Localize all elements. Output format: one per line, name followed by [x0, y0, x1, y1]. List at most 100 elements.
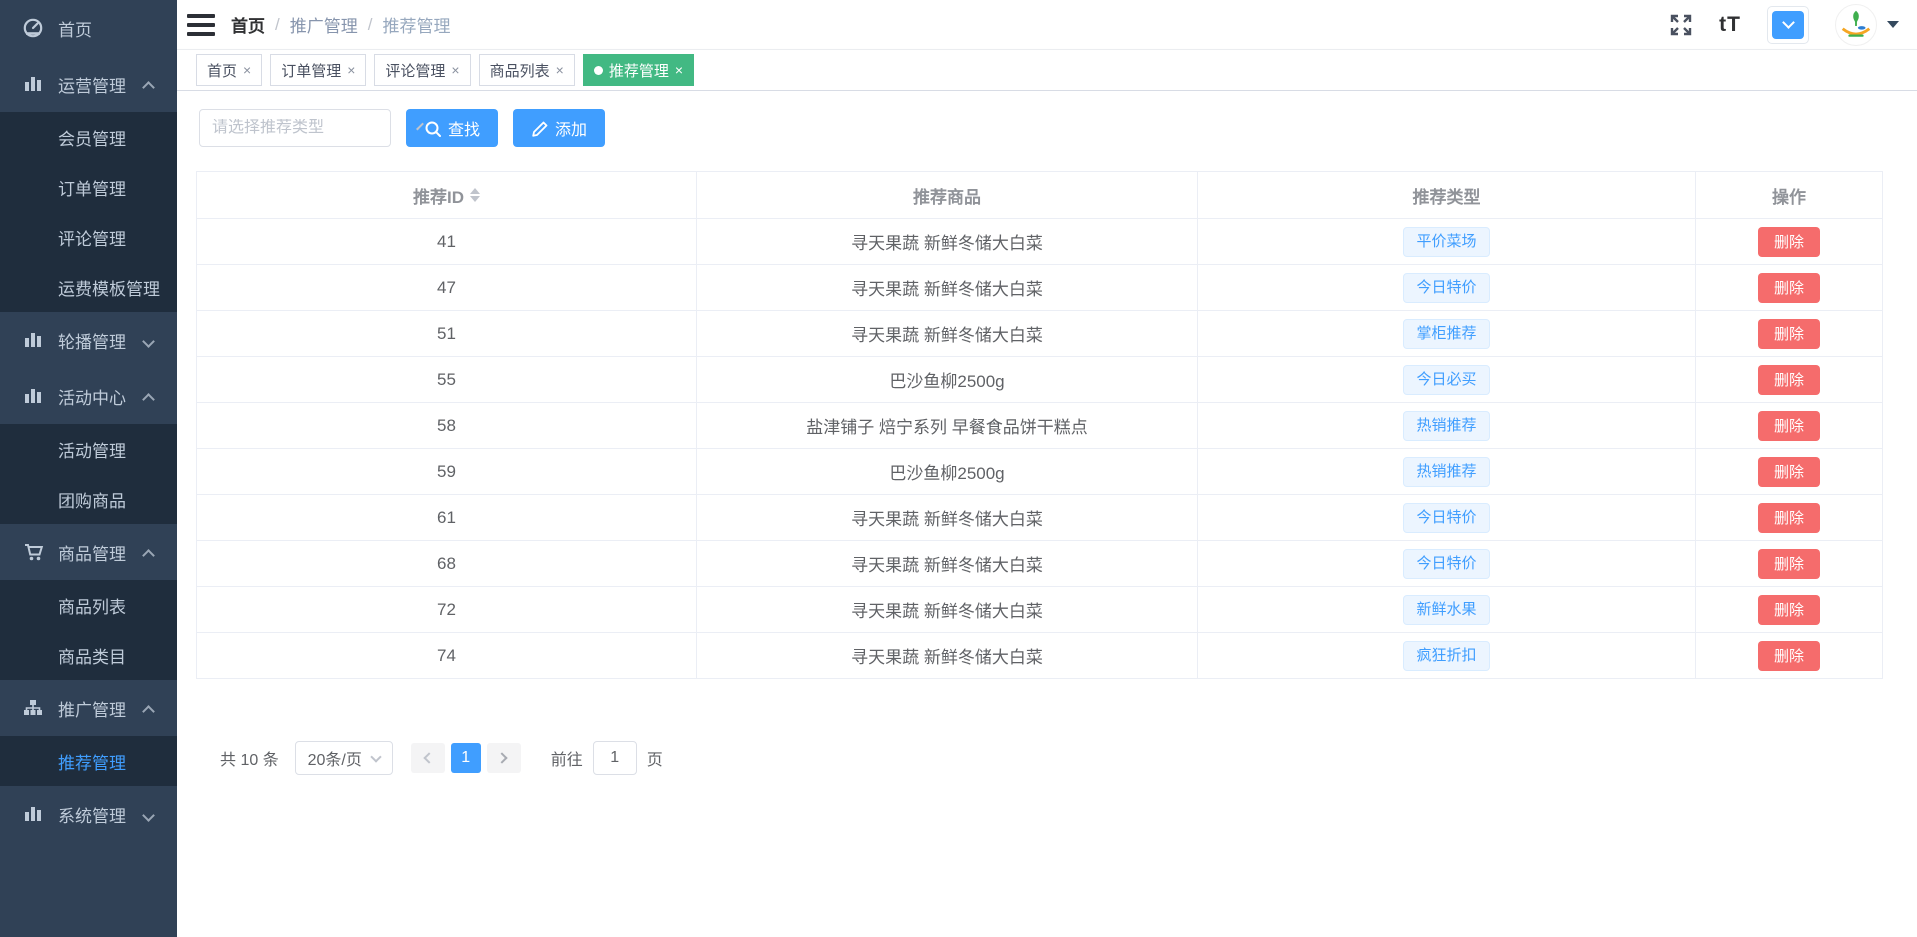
chevron-right-icon [497, 752, 508, 763]
cell-recommend-id: 61 [197, 495, 697, 540]
navbar-actions: tT [1669, 4, 1899, 46]
chart-icon [22, 385, 44, 407]
recommend-type-tag[interactable]: 今日特价 [1403, 549, 1489, 579]
chart-icon [22, 329, 44, 351]
delete-button[interactable]: 删除 [1758, 319, 1820, 349]
page-number-button[interactable]: 1 [451, 743, 481, 773]
cell-recommend-product: 寻天果蔬 新鲜冬储大白菜 [697, 541, 1198, 586]
recommend-type-select-input[interactable] [212, 119, 419, 137]
sidebar-item-shipping-template[interactable]: 运费模板管理 [0, 262, 177, 312]
sidebar-item-activity-center[interactable]: 活动中心 [0, 368, 177, 424]
recommend-type-tag[interactable]: 平价菜场 [1403, 227, 1489, 257]
delete-button[interactable]: 删除 [1758, 411, 1820, 441]
close-icon[interactable]: × [675, 63, 683, 77]
recommend-type-tag[interactable]: 今日必买 [1403, 365, 1489, 395]
sidebar-item-recommend[interactable]: 推荐管理 [0, 736, 177, 786]
breadcrumb-promotion[interactable]: 推广管理 [290, 12, 358, 37]
cell-recommend-product: 盐津铺子 焙宁系列 早餐食品饼干糕点 [697, 403, 1198, 448]
tab[interactable]: 评论管理 × [374, 54, 470, 86]
tab[interactable]: 订单管理 × [270, 54, 366, 86]
breadcrumb-home[interactable]: 首页 [231, 12, 265, 37]
sidebar-item-orders[interactable]: 订单管理 [0, 162, 177, 212]
close-icon[interactable]: × [451, 63, 459, 77]
close-icon[interactable]: × [556, 63, 564, 77]
sidebar-item-activities[interactable]: 活动管理 [0, 424, 177, 474]
close-icon[interactable]: × [347, 63, 355, 77]
tab[interactable]: 推荐管理 × [583, 54, 694, 86]
avatar[interactable] [1835, 4, 1877, 46]
sidebar-item-home[interactable]: 首页 [0, 0, 177, 56]
sidebar-item-label: 订单管理 [58, 175, 126, 200]
sidebar-item-label: 会员管理 [58, 125, 126, 150]
cell-recommend-product: 巴沙鱼柳2500g [697, 449, 1198, 494]
hamburger-icon[interactable] [187, 14, 215, 36]
cell-recommend-id: 47 [197, 265, 697, 310]
recommend-type-tag[interactable]: 热销推荐 [1403, 411, 1489, 441]
recommend-table: 推荐ID 推荐商品 推荐类型 操作 [196, 171, 1883, 679]
recommend-type-select[interactable] [199, 109, 391, 147]
sidebar-item-carousel[interactable]: 轮播管理 [0, 312, 177, 368]
recommend-type-tag[interactable]: 疯狂折扣 [1403, 641, 1489, 671]
add-button[interactable]: 添加 [513, 109, 605, 147]
sidebar-item-operations[interactable]: 运营管理 [0, 56, 177, 112]
recommend-type-tag[interactable]: 热销推荐 [1403, 457, 1489, 487]
sidebar-item-goods-category[interactable]: 商品类目 [0, 630, 177, 680]
delete-button[interactable]: 删除 [1758, 549, 1820, 579]
table-row: 74 寻天果蔬 新鲜冬储大白菜 疯狂折扣 删除 [197, 633, 1882, 679]
delete-button[interactable]: 删除 [1758, 365, 1820, 395]
recommend-type-tag[interactable]: 今日特价 [1403, 273, 1489, 303]
delete-button[interactable]: 删除 [1758, 641, 1820, 671]
recommend-type-tag[interactable]: 今日特价 [1403, 503, 1489, 533]
recommend-type-tag[interactable]: 新鲜水果 [1403, 595, 1489, 625]
sidebar-item-label: 运营管理 [58, 72, 137, 97]
app-window: 首页运营管理会员管理订单管理评论管理运费模板管理轮播管理活动中心活动管理团购商品… [0, 0, 1917, 937]
chevron-down-icon [370, 751, 381, 762]
table-row: 68 寻天果蔬 新鲜冬储大白菜 今日特价 删除 [197, 541, 1882, 587]
chevron-down-icon [143, 808, 155, 820]
delete-button[interactable]: 删除 [1758, 273, 1820, 303]
dropdown-button[interactable] [1772, 11, 1804, 39]
sidebar-item-promotion[interactable]: 推广管理 [0, 680, 177, 736]
sidebar-menu: 首页运营管理会员管理订单管理评论管理运费模板管理轮播管理活动中心活动管理团购商品… [0, 0, 177, 842]
breadcrumb-current: 推荐管理 [382, 12, 450, 37]
user-menu[interactable] [1835, 4, 1899, 46]
sort-icon[interactable] [470, 188, 480, 202]
sidebar-item-system[interactable]: 系统管理 [0, 786, 177, 842]
sidebar-item-label: 推荐管理 [58, 749, 126, 774]
close-icon[interactable]: × [243, 63, 251, 77]
goto-page-input[interactable] [593, 741, 637, 775]
delete-button[interactable]: 删除 [1758, 227, 1820, 257]
search-icon [424, 120, 441, 137]
main-area: 首页 / 推广管理 / 推荐管理 tT [177, 0, 1917, 937]
chevron-up-icon [143, 78, 155, 90]
table-row: 58 盐津铺子 焙宁系列 早餐食品饼干糕点 热销推荐 删除 [197, 403, 1882, 449]
caret-down-icon [1887, 21, 1899, 28]
column-header-action: 操作 [1696, 172, 1882, 218]
delete-button[interactable]: 删除 [1758, 595, 1820, 625]
sidebar-item-label: 系统管理 [58, 802, 137, 827]
delete-button[interactable]: 删除 [1758, 503, 1820, 533]
sidebar-item-goods-list[interactable]: 商品列表 [0, 580, 177, 630]
pagination: 共 10 条 20条/页 1 前往 页 [220, 741, 1917, 775]
tab[interactable]: 首页 × [196, 54, 262, 86]
cell-recommend-product: 巴沙鱼柳2500g [697, 357, 1198, 402]
delete-button[interactable]: 删除 [1758, 457, 1820, 487]
active-dot-icon [594, 66, 603, 75]
table-row: 55 巴沙鱼柳2500g 今日必买 删除 [197, 357, 1882, 403]
page-size-select[interactable]: 20条/页 [295, 741, 393, 775]
fullscreen-icon[interactable] [1669, 13, 1693, 37]
language-dropdown[interactable] [1767, 6, 1809, 44]
column-header-id[interactable]: 推荐ID [197, 172, 697, 218]
table-row: 61 寻天果蔬 新鲜冬储大白菜 今日特价 删除 [197, 495, 1882, 541]
prev-page-button[interactable] [411, 743, 445, 773]
next-page-button[interactable] [487, 743, 521, 773]
recommend-type-tag[interactable]: 掌柜推荐 [1403, 319, 1489, 349]
sidebar-item-comments[interactable]: 评论管理 [0, 212, 177, 262]
sidebar-item-members[interactable]: 会员管理 [0, 112, 177, 162]
tab[interactable]: 商品列表 × [479, 54, 575, 86]
font-size-icon[interactable]: tT [1719, 13, 1741, 37]
sidebar-item-goods[interactable]: 商品管理 [0, 524, 177, 580]
cell-recommend-product: 寻天果蔬 新鲜冬储大白菜 [697, 265, 1198, 310]
sidebar-item-group-buy[interactable]: 团购商品 [0, 474, 177, 524]
cell-recommend-id: 58 [197, 403, 697, 448]
